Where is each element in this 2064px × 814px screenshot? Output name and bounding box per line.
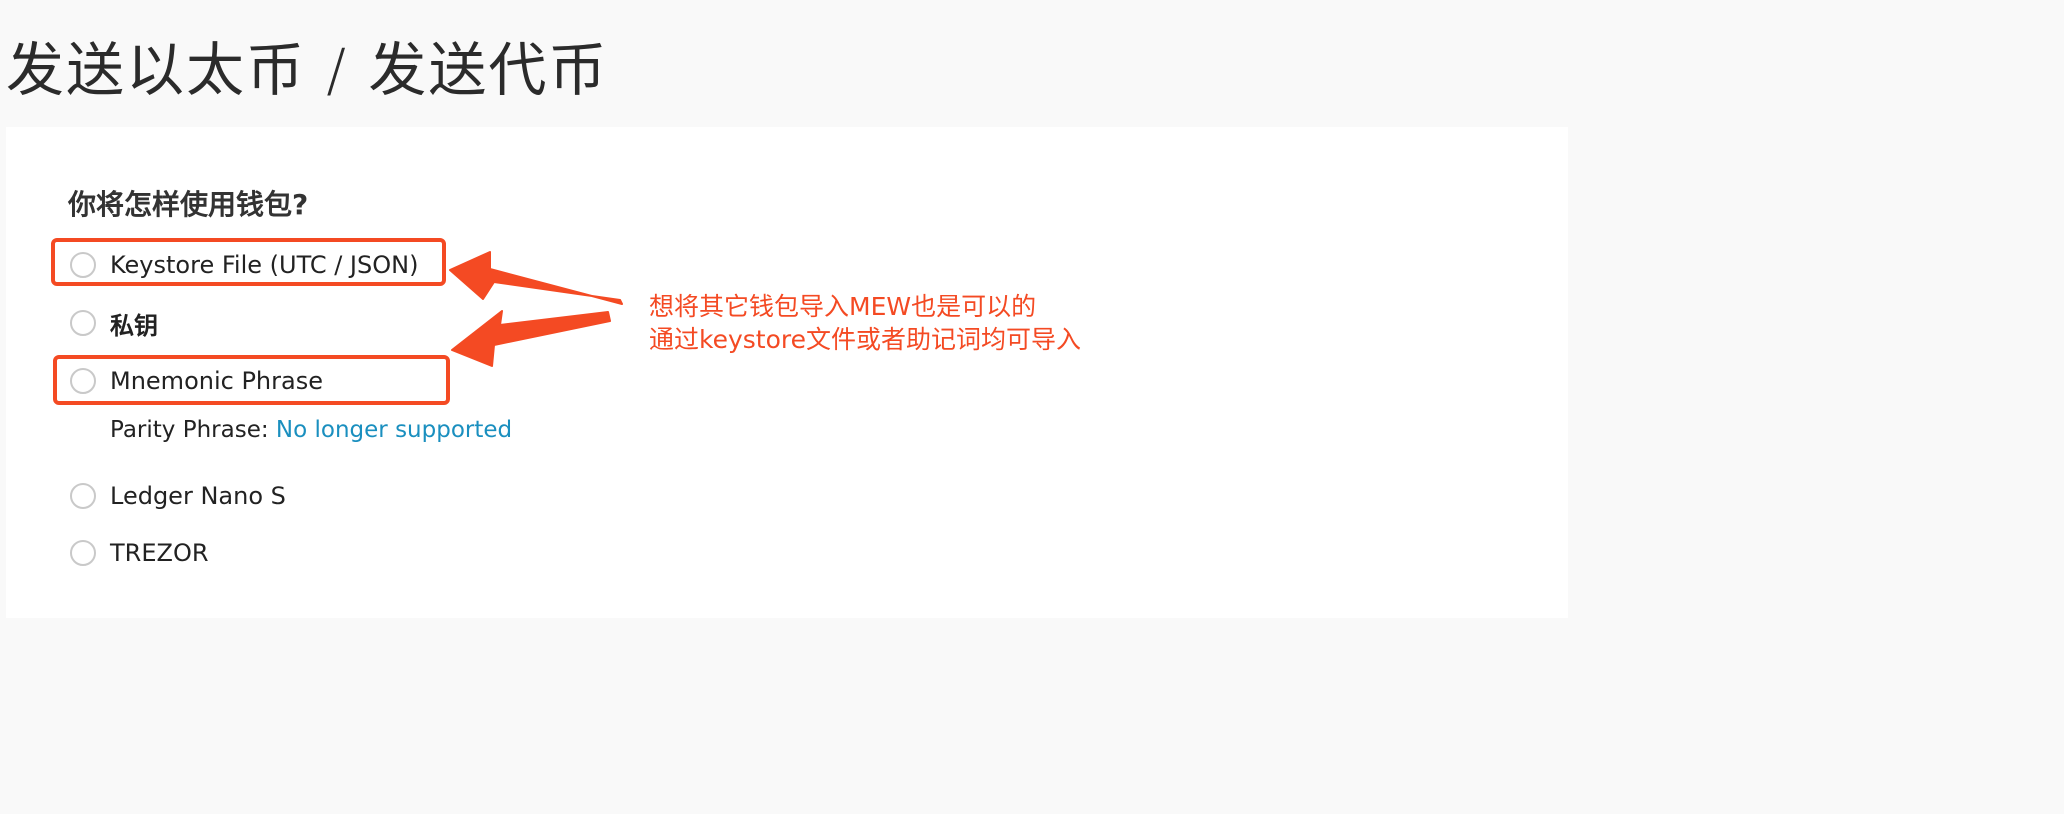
annotation-line-2: 通过keystore文件或者助记词均可导入 <box>649 325 1081 354</box>
annotation-text: 想将其它钱包导入MEW也是可以的 通过keystore文件或者助记词均可导入 <box>649 290 1081 356</box>
arrow-to-mnemonic-icon <box>451 310 611 367</box>
page: 发送以太币 / 发送代币 你将怎样使用钱包? Keystore File (UT… <box>0 0 1568 618</box>
annotation-line-1: 想将其它钱包导入MEW也是可以的 <box>649 292 1037 321</box>
arrow-to-keystore-icon <box>449 251 623 305</box>
